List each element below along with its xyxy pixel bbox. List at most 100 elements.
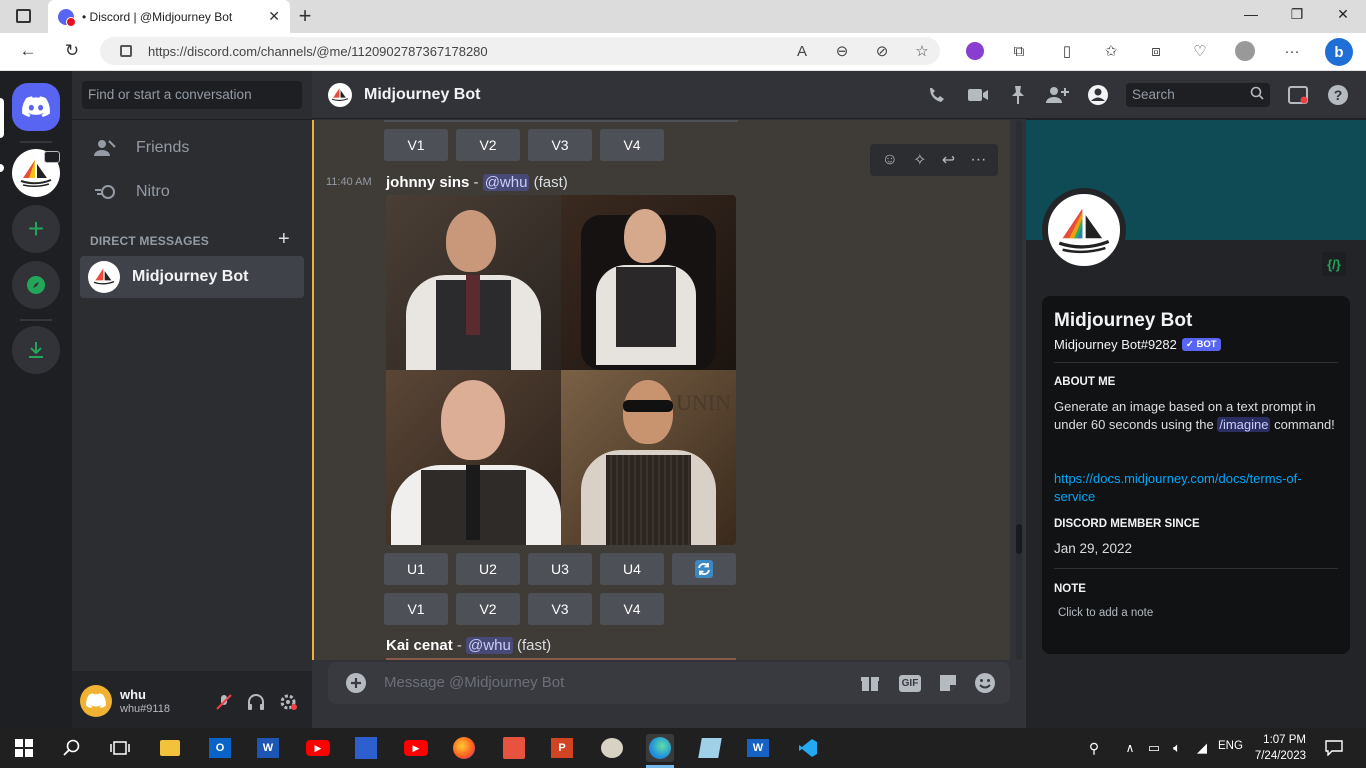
word-icon[interactable]: W	[254, 734, 282, 762]
voice-call-icon[interactable]	[925, 83, 949, 107]
task-view-icon[interactable]	[106, 734, 134, 762]
emoji-icon[interactable]	[973, 672, 997, 694]
edge-icon[interactable]	[646, 734, 674, 762]
video-call-icon[interactable]	[966, 83, 990, 107]
start-icon[interactable]	[10, 734, 38, 762]
paint-icon[interactable]	[598, 734, 626, 762]
reply-icon[interactable]: ↩	[942, 150, 955, 170]
tab-actions-icon[interactable]	[16, 9, 31, 23]
app-blue-icon[interactable]	[352, 734, 380, 762]
app-red-icon[interactable]	[500, 734, 528, 762]
message-composer[interactable]: Message @Midjourney Bot GIF	[328, 662, 1010, 704]
message-author[interactable]: johnny sins	[386, 174, 469, 191]
variation-button-v1[interactable]: V1	[384, 593, 448, 625]
pinned-messages-icon[interactable]	[1006, 83, 1030, 107]
help-icon[interactable]: ?	[1326, 83, 1350, 107]
app-w-icon[interactable]: W	[744, 734, 772, 762]
variation-button-v2-prev[interactable]: V2	[456, 129, 520, 161]
header-search-input[interactable]: Search	[1126, 83, 1270, 107]
gif-icon[interactable]: GIF	[898, 672, 922, 694]
variation-button-v2[interactable]: V2	[456, 593, 520, 625]
zoom-icon[interactable]: ⊖	[831, 40, 853, 62]
imagine-command[interactable]: /imagine	[1217, 417, 1271, 432]
upscale-button-u2[interactable]: U2	[456, 553, 520, 585]
volume-icon[interactable]: 🔈︎	[1163, 734, 1191, 762]
nitro-nav[interactable]: Nitro	[80, 171, 304, 213]
new-tab-icon[interactable]: +	[293, 4, 317, 28]
tracking-icon[interactable]: ⊘	[871, 40, 893, 62]
scrollbar-thumb[interactable]	[1016, 524, 1022, 554]
performance-icon[interactable]: ♡	[1189, 40, 1211, 62]
refresh-icon[interactable]: ↻	[60, 41, 84, 61]
more-options-icon[interactable]: ···	[970, 151, 986, 169]
youtube-icon[interactable]: ▶	[304, 734, 332, 762]
add-friends-to-dm-icon[interactable]	[1046, 83, 1070, 107]
user-mention[interactable]: @whu	[482, 174, 530, 191]
user-settings-gear-icon[interactable]	[277, 691, 299, 713]
notifications-icon[interactable]	[1320, 734, 1348, 762]
variation-button-v3[interactable]: V3	[528, 593, 592, 625]
browser-tab[interactable]: • Discord | @Midjourney Bot ✕	[48, 0, 290, 33]
generated-image-grid[interactable]: UNIN	[386, 195, 736, 545]
find-conversation-input[interactable]: Find or start a conversation	[82, 81, 302, 109]
headphones-icon[interactable]	[245, 691, 267, 713]
extensions-icon[interactable]: ⧉	[1008, 40, 1030, 62]
variation-button-v4-prev[interactable]: V4	[600, 129, 664, 161]
add-server-icon[interactable]: +	[12, 205, 60, 253]
outlook-icon[interactable]: O	[206, 734, 234, 762]
read-aloud-icon[interactable]: A	[791, 40, 813, 62]
upscale-button-u1[interactable]: U1	[384, 553, 448, 585]
profile-avatar-icon[interactable]	[1235, 41, 1255, 61]
create-dm-icon[interactable]: +	[278, 228, 290, 251]
split-screen-icon[interactable]: ▯	[1056, 40, 1078, 62]
minimize-icon[interactable]: —	[1228, 6, 1274, 22]
favorites-icon[interactable]: ✩	[1100, 40, 1122, 62]
youtube-app-icon[interactable]: ▶	[402, 734, 430, 762]
search-taskbar-icon[interactable]	[58, 734, 86, 762]
user-mention[interactable]: @whu	[466, 637, 513, 654]
chat-scrollbar[interactable]	[1014, 120, 1024, 660]
extension-w-icon[interactable]	[966, 42, 984, 60]
vscode-icon[interactable]	[794, 734, 822, 762]
upscale-button-u4[interactable]: U4	[600, 553, 664, 585]
discord-home-icon[interactable]	[12, 83, 60, 131]
next-message-author[interactable]: Kai cenat	[386, 637, 453, 654]
download-apps-icon[interactable]	[12, 326, 60, 374]
add-reaction-icon[interactable]: ☺	[882, 151, 898, 169]
user-avatar[interactable]	[80, 685, 112, 717]
terms-link[interactable]: https://docs.midjourney.com/docs/terms-o…	[1054, 470, 1338, 506]
close-window-icon[interactable]: ✕	[1320, 6, 1366, 23]
restore-icon[interactable]: ❐	[1274, 6, 1320, 23]
reroll-button[interactable]	[672, 553, 736, 585]
file-explorer-icon[interactable]	[156, 734, 184, 762]
dm-item-midjourney-bot[interactable]: Midjourney Bot	[80, 256, 304, 298]
settings-more-icon[interactable]: ···	[1281, 40, 1303, 62]
collections-icon[interactable]: ⧈	[1145, 40, 1167, 62]
message-input[interactable]: Message @Midjourney Bot	[384, 674, 564, 691]
gift-icon[interactable]	[858, 672, 882, 694]
inbox-icon[interactable]	[1286, 83, 1310, 107]
friends-nav[interactable]: Friends	[80, 127, 304, 169]
note-input[interactable]: Click to add a note	[1058, 607, 1153, 619]
variation-button-v4[interactable]: V4	[600, 593, 664, 625]
favorite-star-icon[interactable]: ☆	[911, 40, 933, 62]
sticker-icon[interactable]	[936, 672, 960, 694]
language-indicator[interactable]: ENG	[1218, 740, 1243, 752]
upload-plus-icon[interactable]	[344, 672, 368, 694]
people-icon[interactable]: ⚲	[1080, 734, 1108, 762]
powerpoint-icon[interactable]: P	[548, 734, 576, 762]
add-super-reaction-icon[interactable]: ✧	[913, 150, 926, 170]
clock[interactable]: 1:07 PM 7/24/2023	[1250, 732, 1306, 764]
firefox-icon[interactable]	[450, 734, 478, 762]
upscale-button-u3[interactable]: U3	[528, 553, 592, 585]
bing-icon[interactable]: b	[1325, 38, 1353, 66]
mute-mic-icon[interactable]	[213, 691, 235, 713]
explore-servers-icon[interactable]	[12, 261, 60, 309]
network-icon[interactable]: ◢	[1188, 734, 1216, 762]
variation-button-v3-prev[interactable]: V3	[528, 129, 592, 161]
user-profile-icon[interactable]	[1086, 83, 1110, 107]
url-bar[interactable]: https://discord.com/channels/@me/1120902…	[100, 37, 940, 65]
active-developer-badge-icon[interactable]: {/}	[1322, 252, 1346, 276]
close-tab-icon[interactable]: ✕	[268, 8, 280, 25]
variation-button-v1-prev[interactable]: V1	[384, 129, 448, 161]
